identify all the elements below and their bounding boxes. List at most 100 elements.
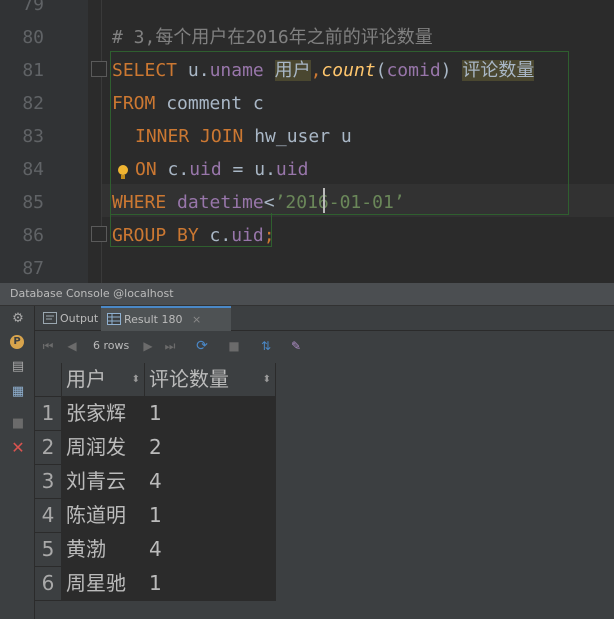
cell-count[interactable]: 4 <box>145 533 276 567</box>
table-row[interactable]: 3 刘青云 4 <box>35 465 276 499</box>
cell-user[interactable]: 陈道明 <box>62 499 145 533</box>
table-row[interactable]: 5 黄渤 4 <box>35 533 276 567</box>
tab-result[interactable]: Result 180 × <box>101 306 231 332</box>
row-number: 5 <box>35 533 62 567</box>
tab-output[interactable]: Output <box>37 308 99 330</box>
console-tabs: Output Result 180 × <box>35 306 614 332</box>
paren: ( <box>375 60 387 81</box>
keyword-inner-join: INNER JOIN <box>135 126 244 147</box>
sort-icon[interactable]: ⬍ <box>132 363 140 396</box>
cell-user[interactable]: 刘青云 <box>62 465 145 499</box>
fold-marker-icon[interactable] <box>91 226 107 242</box>
tab-result-label: Result 180 <box>124 313 183 326</box>
stop-query-icon[interactable]: ■ <box>227 339 241 353</box>
line-number: 80 <box>22 27 44 48</box>
cell-count[interactable]: 1 <box>145 567 276 601</box>
line-number: 86 <box>22 225 44 246</box>
keyword-from: FROM <box>112 93 156 114</box>
first-icon[interactable]: ⏮ <box>41 339 55 353</box>
column-header-label: 评论数量 <box>149 367 229 391</box>
cell-count[interactable]: 4 <box>145 465 276 499</box>
lightbulb-icon[interactable] <box>118 165 128 175</box>
table-row[interactable]: 4 陈道明 1 <box>35 499 276 533</box>
wrench-icon[interactable]: ⚙ <box>10 311 26 327</box>
pin-tab-icon[interactable]: ✎ <box>289 339 303 353</box>
column-alias-count: 评论数量 <box>462 60 535 81</box>
column-uid: uid <box>189 159 222 180</box>
pin-icon[interactable]: ▤ <box>10 359 26 375</box>
cell-user[interactable]: 周星驰 <box>62 567 145 601</box>
cell-user[interactable]: 周润发 <box>62 431 145 465</box>
table-alias: u. <box>187 60 210 81</box>
corner-cell <box>35 363 62 397</box>
line-number-gutter: 79 80 81 82 83 84 85 86 87 <box>0 0 88 283</box>
table-row[interactable]: 6 周星驰 1 <box>35 567 276 601</box>
row-count: 6 rows <box>93 339 130 352</box>
cell-user[interactable]: 黄渤 <box>62 533 145 567</box>
table-row[interactable]: 2 周润发 2 <box>35 431 276 465</box>
layout-icon[interactable]: ▦ <box>10 384 26 400</box>
keyword-on: ON <box>135 159 157 180</box>
column-header[interactable]: 用户 ⬍ <box>62 363 145 397</box>
console-side-toolbar: ⚙ P ▤ ▦ ■ ✕ <box>0 306 35 619</box>
result-toolbar: ⏮ ◀ 6 rows ▶ ⏭ ⟳ ■ ⇅ ✎ <box>35 331 614 361</box>
prev-icon[interactable]: ◀ <box>65 339 79 353</box>
semicolon: ; <box>263 225 275 246</box>
line-number: 84 <box>22 159 44 180</box>
line-number: 79 <box>22 0 44 15</box>
row-number: 4 <box>35 499 62 533</box>
code-comment: # 3,每个用户在2016年之前的评论数量 <box>112 27 433 48</box>
sql-editor[interactable]: 79 80 81 82 83 84 85 86 87 # 3,每个用户在2016… <box>0 0 614 283</box>
last-icon[interactable]: ⏭ <box>163 339 177 353</box>
column-uname: uname <box>209 60 264 81</box>
output-icon <box>43 312 57 324</box>
tab-close-button[interactable]: × <box>192 313 201 326</box>
row-number: 1 <box>35 397 62 431</box>
table-icon <box>107 313 121 325</box>
line-number: 81 <box>22 60 44 81</box>
comma: , <box>310 60 322 81</box>
row-number: 2 <box>35 431 62 465</box>
console-title: Database Console @localhost <box>0 283 614 306</box>
join-table: hw_user u <box>243 126 352 147</box>
stop-icon[interactable]: ■ <box>10 416 26 432</box>
sort-icon[interactable]: ⇅ <box>259 339 273 353</box>
refresh-icon[interactable]: ⟳ <box>195 339 209 353</box>
line-number: 83 <box>22 126 44 147</box>
column-uid: uid <box>275 159 309 180</box>
close-icon[interactable]: ✕ <box>10 440 26 456</box>
column-header-label: 用户 <box>66 367 106 391</box>
from-table: comment c <box>155 93 264 114</box>
function-count: count <box>321 60 376 81</box>
row-number: 6 <box>35 567 62 601</box>
column-datetime: datetime <box>177 192 264 213</box>
line-number: 87 <box>22 258 44 279</box>
next-icon[interactable]: ▶ <box>141 339 155 353</box>
code-line-86: GROUP BY c.uid; <box>112 219 275 252</box>
code-line-81: SELECT u.uname 用户,count(comid) 评论数量 <box>112 54 535 87</box>
code-line-82: FROM comment c <box>112 87 264 120</box>
cell-user[interactable]: 张家辉 <box>62 397 145 431</box>
lightbulb-stem <box>121 175 125 179</box>
column-alias-user: 用户 <box>274 60 311 81</box>
table-row[interactable]: 1 张家辉 1 <box>35 397 276 431</box>
line-number: 82 <box>22 93 44 114</box>
sort-icon[interactable]: ⬍ <box>263 363 271 396</box>
column-header[interactable]: 评论数量 ⬍ <box>145 363 276 397</box>
keyword-where: WHERE <box>112 192 167 213</box>
code-line-85: WHERE datetime<’2016-01-01’ <box>112 186 405 219</box>
p-icon[interactable]: P <box>10 335 24 349</box>
tab-output-label: Output <box>60 312 99 325</box>
cell-count[interactable]: 2 <box>145 431 276 465</box>
date-string: ’2016-01-01’ <box>274 192 405 213</box>
database-console: Database Console @localhost ⚙ P ▤ ▦ ■ ✕ … <box>0 283 614 619</box>
fold-marker-icon[interactable] <box>91 61 107 77</box>
alias-c: c. <box>156 159 190 180</box>
cell-count[interactable]: 1 <box>145 499 276 533</box>
alias-c: c. <box>198 225 232 246</box>
grid-header: 用户 ⬍ 评论数量 ⬍ <box>35 363 276 397</box>
line-number: 85 <box>22 192 44 213</box>
cell-count[interactable]: 1 <box>145 397 276 431</box>
text-caret <box>323 188 325 213</box>
equals: = u. <box>221 159 276 180</box>
